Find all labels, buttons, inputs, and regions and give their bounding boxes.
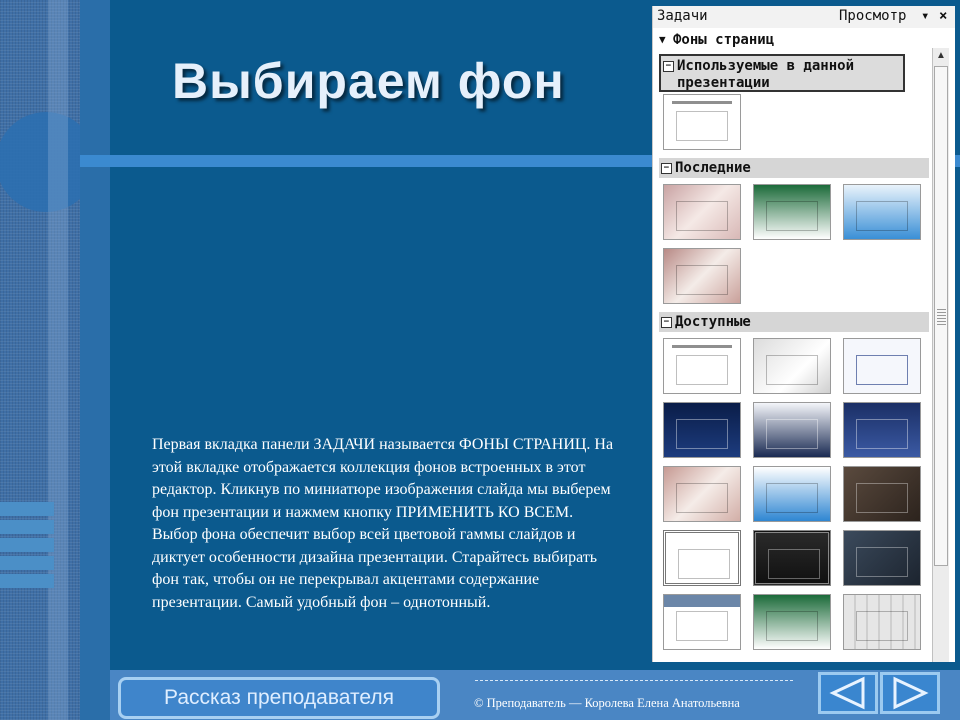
thumbnail-available[interactable] bbox=[753, 530, 831, 586]
slide-title: Выбираем фон bbox=[172, 53, 565, 109]
thumbnail-available[interactable] bbox=[753, 594, 831, 650]
dropdown-arrow-icon[interactable]: ▾ bbox=[921, 8, 929, 24]
section-used-header[interactable]: − Используемые в данной презентации bbox=[659, 54, 905, 92]
thumbnail-available[interactable] bbox=[663, 594, 741, 650]
thumbnail-available[interactable] bbox=[843, 338, 921, 394]
thumbnail-available[interactable] bbox=[753, 466, 831, 522]
thumbnail-available[interactable] bbox=[663, 338, 741, 394]
thumbnail-recent-4[interactable] bbox=[663, 248, 741, 304]
triangle-right-icon bbox=[893, 676, 929, 710]
thumbnail-recent-3[interactable] bbox=[843, 184, 921, 240]
minus-box-icon: − bbox=[661, 163, 672, 174]
thumbnail-available[interactable] bbox=[843, 530, 921, 586]
scroll-up-icon[interactable]: ▲ bbox=[933, 50, 949, 64]
tasks-pane-scrollbar[interactable]: ▲ bbox=[932, 48, 949, 662]
thumbnail-available[interactable] bbox=[843, 466, 921, 522]
left-decor-slat bbox=[0, 538, 54, 552]
thumbnail-available[interactable] bbox=[843, 594, 921, 650]
left-decor-slat bbox=[0, 502, 54, 516]
section-recent-header[interactable]: − Последние bbox=[659, 158, 929, 178]
prev-slide-button[interactable] bbox=[818, 672, 878, 714]
thumbnail-recent-2[interactable] bbox=[753, 184, 831, 240]
section-recent-label: Последние bbox=[675, 160, 751, 176]
triangle-left-icon bbox=[829, 676, 865, 710]
thumbnail-recent-1[interactable] bbox=[663, 184, 741, 240]
slide-body-text: Первая вкладка панели ЗАДАЧИ называется … bbox=[152, 436, 614, 611]
next-slide-button[interactable] bbox=[880, 672, 940, 714]
minus-box-icon: − bbox=[661, 317, 672, 328]
grip-icon bbox=[937, 307, 946, 325]
triangle-down-icon: ▼ bbox=[659, 33, 666, 46]
thumbnail-available[interactable] bbox=[753, 402, 831, 458]
page-backgrounds-label: Фоны страниц bbox=[673, 32, 775, 48]
thumbnail-available[interactable] bbox=[663, 402, 741, 458]
section-available-label: Доступные bbox=[675, 314, 751, 330]
section-available-header[interactable]: − Доступные bbox=[659, 312, 929, 332]
page-backgrounds-header[interactable]: ▼ Фоны страниц bbox=[653, 30, 955, 52]
slide-side-band bbox=[80, 0, 110, 720]
left-decor-slat bbox=[0, 574, 54, 588]
thumbnail-used-1[interactable] bbox=[663, 94, 741, 150]
thumbnail-available[interactable] bbox=[753, 338, 831, 394]
scrollbar-thumb[interactable] bbox=[934, 66, 948, 566]
copyright-text: © Преподаватель — Королева Елена Анатоль… bbox=[474, 696, 740, 710]
left-decor-slat bbox=[0, 520, 54, 534]
left-decor-bar bbox=[48, 0, 68, 720]
thumbnail-available[interactable] bbox=[663, 530, 741, 586]
close-icon[interactable]: × bbox=[939, 8, 947, 24]
footer-divider bbox=[475, 680, 793, 681]
minus-box-icon: − bbox=[663, 61, 674, 72]
thumbnail-available[interactable] bbox=[663, 466, 741, 522]
thumbnail-available[interactable] bbox=[843, 402, 921, 458]
tasks-pane-screenshot: Задачи Просмотр ▾ × ▼ Фоны страниц − Исп… bbox=[652, 6, 955, 662]
tasks-pane-title: Задачи bbox=[657, 8, 708, 24]
left-decor-slat bbox=[0, 556, 54, 570]
section-used-label: Используемые в данной презентации bbox=[677, 58, 855, 91]
tasks-pane-header: Задачи Просмотр ▾ × bbox=[653, 6, 955, 28]
teacher-story-button[interactable]: Рассказ преподавателя bbox=[118, 677, 440, 719]
view-menu-button[interactable]: Просмотр bbox=[839, 8, 906, 24]
left-decor-strip bbox=[0, 0, 80, 720]
